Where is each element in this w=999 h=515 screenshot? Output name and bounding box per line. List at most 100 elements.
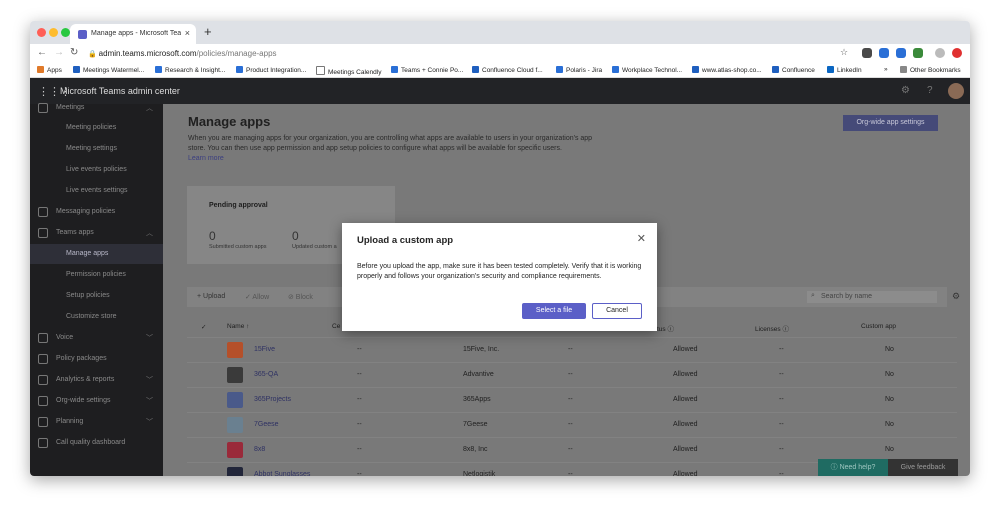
chevron-down-icon: ﹀ (146, 398, 153, 405)
sidebar-item-analytics-reports[interactable]: Analytics & reports ﹀ (30, 370, 163, 390)
sidebar-item-teams-apps[interactable]: Teams apps ︿ (30, 223, 163, 243)
back-icon[interactable]: ← (37, 47, 47, 58)
learn-more-link[interactable]: Learn more (188, 155, 224, 162)
browser-tab[interactable]: Manage apps - Microsoft Teams × (70, 24, 196, 44)
bookmark-item[interactable]: Meetings Watermel... (73, 66, 144, 74)
sidebar-item-label: Live events policies (66, 166, 127, 173)
bookmarks-bar: Apps Meetings Watermel... Research & Ins… (30, 63, 970, 78)
sidebar-item-customize-store[interactable]: Customize store (30, 307, 163, 327)
sidebar-item-label: Policy packages (56, 355, 107, 362)
sidebar-item-voice[interactable]: Voice ﹀ (30, 328, 163, 348)
star-icon[interactable]: ☆ (840, 47, 848, 58)
bookmark-item[interactable]: Meetings Calendly (316, 66, 381, 76)
help-icon[interactable]: ? (927, 85, 933, 96)
cell-name[interactable]: 365Projects (254, 396, 291, 403)
org-wide-app-settings-button[interactable]: Org-wide app settings (843, 115, 938, 131)
bookmark-item[interactable]: Confluence Cloud f... (472, 66, 543, 74)
bookmark-item[interactable]: Teams + Connie Po... (391, 66, 463, 74)
table-row[interactable]: 365Projects -- 365Apps -- Allowed -- No (187, 387, 957, 413)
table-row[interactable]: 7Geese -- 7Geese -- Allowed -- No (187, 412, 957, 438)
meetings-icon (38, 103, 48, 113)
sidebar-item-live-events-policies[interactable]: Live events policies (30, 160, 163, 180)
sidebar-item-call-quality-dashboard[interactable]: Call quality dashboard (30, 433, 163, 453)
cell-col4: -- (568, 446, 573, 453)
need-help-button[interactable]: ⓘ Need help? (818, 459, 888, 476)
sidebar-item-org-wide-settings[interactable]: Org-wide settings ﹀ (30, 391, 163, 411)
sidebar-item-planning[interactable]: Planning ﹀ (30, 412, 163, 432)
settings-icon[interactable]: ⚙ (901, 85, 910, 96)
column-status[interactable]: tus ⓘ (657, 323, 674, 333)
cell-cert: -- (357, 346, 362, 353)
extension-icon[interactable] (896, 48, 906, 58)
new-tab-button[interactable]: + (204, 24, 212, 39)
cell-custom: No (885, 396, 894, 403)
close-window-button[interactable] (37, 28, 46, 37)
sidebar-item-setup-policies[interactable]: Setup policies (30, 286, 163, 306)
extension-icon[interactable] (879, 48, 889, 58)
cell-publisher: 7Geese (463, 421, 488, 428)
url-field[interactable]: 🔒 admin.teams.microsoft.com/policies/man… (88, 46, 848, 61)
search-box[interactable]: ⌕ Search by name (807, 291, 937, 303)
app-icon (227, 417, 243, 433)
bookmarks-overflow-icon[interactable]: » (884, 66, 888, 73)
table-row[interactable]: 15Five -- 15Five, Inc. -- Allowed -- No (187, 337, 957, 363)
search-input[interactable]: Search by name (821, 293, 872, 300)
sidebar-item-policy-packages[interactable]: Policy packages (30, 349, 163, 369)
cell-name[interactable]: 365-QA (254, 371, 278, 378)
zoom-window-button[interactable] (61, 28, 70, 37)
bookmark-item[interactable]: Workplace Technol... (612, 66, 682, 74)
cancel-button[interactable]: Cancel (592, 303, 642, 319)
chevron-down-icon: ﹀ (146, 419, 153, 426)
chevron-down-icon: ﹀ (146, 335, 153, 342)
sidebar-item-meeting-policies[interactable]: Meeting policies (30, 118, 163, 138)
cell-name[interactable]: 7Geese (254, 421, 279, 428)
cell-publisher: 8x8, Inc (463, 446, 488, 453)
bookmark-item[interactable]: Research & Insight... (155, 66, 225, 74)
sidebar-item-permission-policies[interactable]: Permission policies (30, 265, 163, 285)
sidebar-item-meeting-settings[interactable]: Meeting settings (30, 139, 163, 159)
table-row[interactable]: 365-QA -- Advantive -- Allowed -- No (187, 362, 957, 388)
upload-button[interactable]: + Upload (197, 293, 225, 300)
forward-icon[interactable]: → (54, 47, 64, 58)
cell-name[interactable]: 15Five (254, 346, 275, 353)
close-icon[interactable]: ✕ (637, 232, 646, 245)
extension-icon[interactable] (862, 48, 872, 58)
bookmark-item[interactable]: Apps (37, 66, 62, 74)
cell-licenses: -- (779, 421, 784, 428)
update-icon[interactable] (952, 48, 962, 58)
bookmark-item[interactable]: www.atlas-shop.co... (692, 66, 762, 74)
app-icon (227, 467, 243, 476)
cell-name[interactable]: 8x8 (254, 446, 265, 453)
sidebar-item-messaging-policies[interactable]: Messaging policies (30, 202, 163, 222)
give-feedback-button[interactable]: Give feedback (888, 459, 958, 476)
allow-button[interactable]: ✓ Allow (245, 293, 269, 301)
sidebar-item-manage-apps[interactable]: Manage apps (30, 244, 163, 264)
extension-icon[interactable] (913, 48, 923, 58)
reload-icon[interactable]: ↻ (70, 47, 78, 58)
column-certification[interactable]: Ce (332, 323, 340, 330)
settings-icon[interactable]: ⚙ (952, 291, 960, 302)
cell-status: Allowed (673, 346, 698, 353)
avatar[interactable] (948, 83, 964, 99)
minimize-window-button[interactable] (49, 28, 58, 37)
bookmark-item[interactable]: Polaris - Jira (556, 66, 602, 74)
cell-name[interactable]: Abbot Sunglasses (254, 471, 310, 476)
bookmark-item[interactable]: LinkedIn (827, 66, 862, 74)
column-custom-app[interactable]: Custom app (861, 323, 896, 330)
sidebar-item-label: Live events settings (66, 187, 128, 194)
page-description: When you are managing apps for your orga… (188, 135, 593, 152)
column-licenses[interactable]: Licenses ⓘ (755, 323, 789, 333)
select-all-checkbox[interactable]: ✓ (201, 323, 206, 331)
settings-icon (38, 396, 48, 406)
bookmark-folder[interactable]: Other Bookmarks (900, 66, 961, 74)
profile-icon[interactable] (935, 48, 945, 58)
tab-close-icon[interactable]: × (185, 28, 190, 38)
help-icon: ⓘ (830, 464, 840, 471)
column-name[interactable]: Name ↑ (227, 323, 249, 330)
bookmark-item[interactable]: Product Integration... (236, 66, 306, 74)
sidebar-item-meetings[interactable]: Meetings ︿ (30, 98, 163, 118)
sidebar-item-live-events-settings[interactable]: Live events settings (30, 181, 163, 201)
select-file-button[interactable]: Select a file (522, 303, 586, 319)
block-button[interactable]: ⊘ Block (288, 293, 313, 301)
bookmark-item[interactable]: Confluence (772, 66, 815, 74)
